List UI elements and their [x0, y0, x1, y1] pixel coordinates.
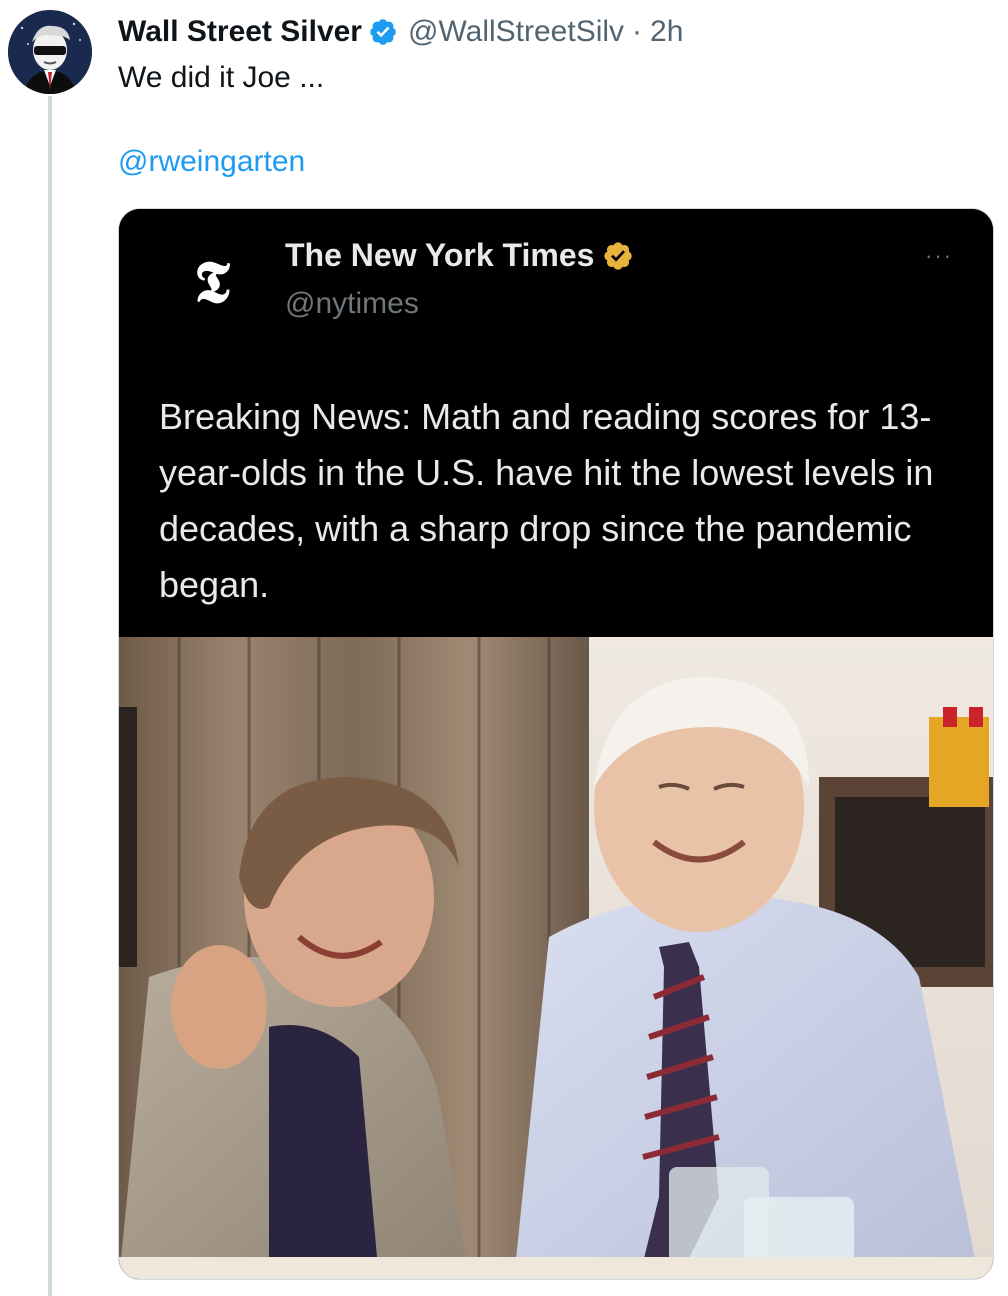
photo-illustration [119, 637, 993, 1279]
embedded-tweet-screenshot: 𝕿 The New York Times @nytimes ··· Breaki… [119, 209, 993, 637]
embedded-media[interactable]: 𝕿 The New York Times @nytimes ··· Breaki… [118, 208, 994, 1280]
avatar-illustration [8, 10, 92, 94]
tweet-text: We did it Joe ... [118, 61, 325, 94]
embedded-photo [119, 637, 993, 1279]
embedded-author-handle: @nytimes [285, 287, 419, 320]
verified-badge-icon[interactable] [368, 17, 398, 47]
author-handle[interactable]: @WallStreetSilv [408, 12, 624, 52]
separator-dot: · [632, 15, 643, 48]
mention-link[interactable]: @rweingarten [118, 142, 305, 182]
tweet-timestamp[interactable]: 2h [650, 12, 683, 52]
author-display-name[interactable]: Wall Street Silver [118, 12, 362, 52]
avatar[interactable] [8, 10, 92, 94]
tweet-header: Wall Street Silver @WallStreetSilv · 2h [118, 12, 998, 52]
embedded-author-name: The New York Times [285, 237, 595, 273]
embedded-author-name-row: The New York Times [285, 237, 634, 274]
nyt-logo-icon: 𝕿 [175, 245, 249, 319]
gold-verified-badge-icon [604, 241, 633, 270]
tweet-body: Wall Street Silver @WallStreetSilv · 2h … [118, 12, 998, 182]
thread-line [48, 96, 52, 1296]
embedded-post-text: Breaking News: Math and reading scores f… [159, 396, 934, 605]
more-options-icon: ··· [925, 243, 953, 268]
